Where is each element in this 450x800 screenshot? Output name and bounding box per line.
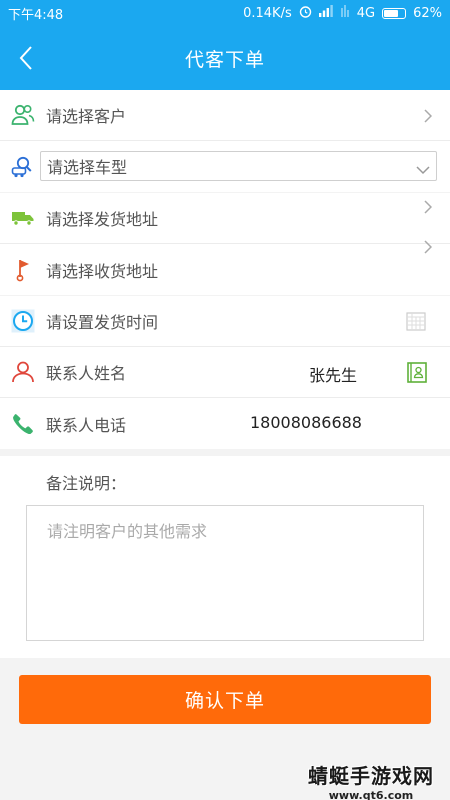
alarm-icon	[299, 5, 312, 22]
contact-name-label: 联系人姓名	[46, 364, 127, 383]
receive-address-row[interactable]: 请选择收货地址	[0, 239, 450, 295]
remark-textarea[interactable]: 请注明客户的其他需求	[26, 505, 424, 641]
vehicle-type-select[interactable]: 请选择车型	[40, 151, 437, 181]
time-contact-group: 请设置发货时间 联系人姓名 张先生 联系人电话 18008086688	[0, 296, 450, 449]
wifi-icon	[318, 5, 333, 21]
network-type: 4G	[356, 5, 376, 21]
network-speed: 0.14K/s	[243, 5, 292, 21]
remark-label: 备注说明：	[46, 474, 127, 493]
users-icon	[0, 104, 46, 126]
customer-vehicle-group: 请选择客户 请选择车型	[0, 90, 450, 192]
chevron-right-icon	[424, 239, 433, 258]
address-group: 请选择发货地址 请选择收货地址	[0, 193, 450, 295]
back-arrow-icon[interactable]	[8, 40, 44, 76]
confirm-order-button[interactable]: 确认下单	[19, 675, 431, 724]
chevron-right-icon	[424, 108, 433, 127]
select-customer-row[interactable]: 请选择客户	[0, 90, 450, 141]
contact-phone-label: 联系人电话	[46, 415, 127, 435]
watermark-sub: www.qt6.com	[328, 789, 414, 800]
contact-book-icon[interactable]	[407, 362, 427, 387]
ship-time-label: 请设置发货时间	[46, 313, 159, 332]
contact-phone-value[interactable]: 18008086688	[250, 413, 362, 432]
ship-address-label: 请选择发货地址	[46, 210, 159, 229]
dropdown-icon	[416, 160, 430, 179]
phone-icon	[0, 413, 46, 435]
ship-time-row[interactable]: 请设置发货时间	[0, 296, 450, 347]
remark-placeholder: 请注明客户的其他需求	[47, 522, 208, 541]
contact-name-value[interactable]: 张先生	[309, 362, 357, 386]
ship-address-row[interactable]: 请选择发货地址	[0, 193, 450, 244]
flag-icon	[0, 258, 46, 282]
select-vehicle-row: 请选择车型	[0, 141, 450, 192]
status-time: 下午4:48	[8, 7, 64, 23]
person-icon	[0, 361, 46, 383]
status-bar: 下午4:48 0.14K/s 4G 62%	[0, 0, 450, 26]
clock-icon	[0, 309, 46, 333]
watermark: 蜻蜓手游戏网 www.qt6.com	[308, 760, 434, 800]
page-title: 代客下单	[184, 48, 265, 71]
select-customer-label: 请选择客户	[46, 107, 127, 126]
contact-phone-row: 联系人电话 18008086688	[0, 398, 450, 449]
battery-percent: 62%	[413, 5, 442, 21]
calendar-icon[interactable]	[406, 311, 426, 335]
nav-bar: 代客下单	[0, 26, 450, 90]
signal-icon	[340, 5, 350, 21]
remark-section: 备注说明： 请注明客户的其他需求	[0, 456, 450, 658]
truck-icon	[0, 209, 46, 227]
chevron-right-icon	[424, 199, 433, 218]
receive-address-label: 请选择收货地址	[46, 261, 159, 281]
watermark-main: 蜻蜓手游戏网	[308, 764, 434, 788]
battery-icon	[382, 7, 407, 19]
vehicle-type-selected: 请选择车型	[47, 158, 128, 177]
contact-name-row: 联系人姓名 张先生	[0, 347, 450, 398]
